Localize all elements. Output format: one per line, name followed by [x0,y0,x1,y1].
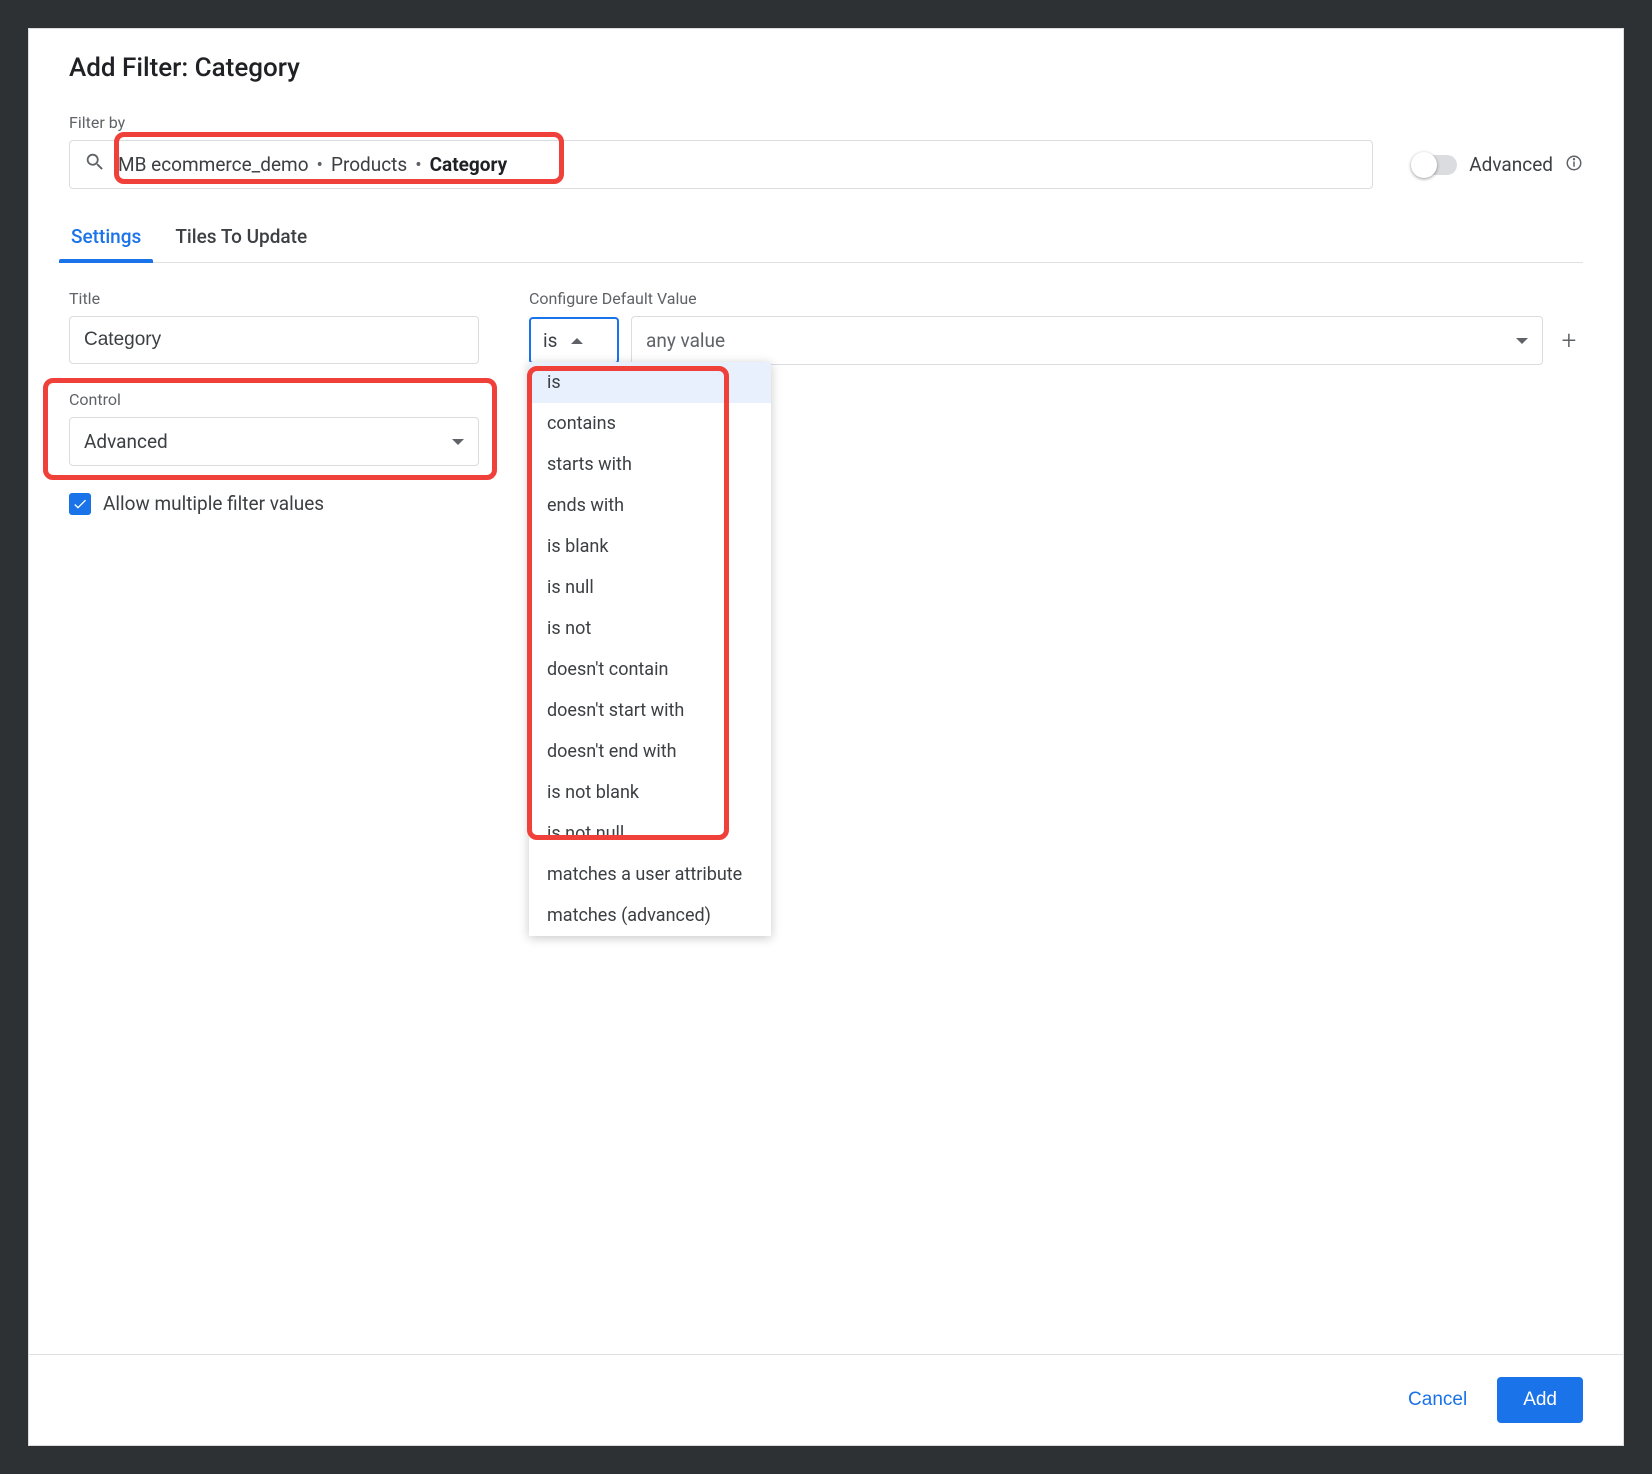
breadcrumb-sep: • [317,153,323,176]
breadcrumb-mid: Products [331,153,407,176]
dialog-header: Add Filter: Category [29,29,1623,113]
control-select[interactable]: Advanced [69,417,479,466]
add-button[interactable]: Add [1497,1377,1583,1423]
tab-settings[interactable]: Settings [69,215,143,262]
filter-by-row: MB ecommerce_demo • Products • Category … [69,140,1583,189]
title-input[interactable] [69,316,479,364]
operator-select[interactable]: is [529,317,619,364]
add-condition-button[interactable]: + [1555,327,1583,355]
dropdown-item[interactable]: is blank [529,526,771,567]
chevron-down-icon [1516,338,1528,344]
allow-multiple-checkbox[interactable] [69,493,91,515]
filter-breadcrumb: MB ecommerce_demo • Products • Category [118,153,1358,176]
advanced-toggle-group: Advanced [1413,153,1583,176]
value-select[interactable]: any value [631,316,1543,365]
cancel-button[interactable]: Cancel [1402,1379,1473,1421]
filter-by-input[interactable]: MB ecommerce_demo • Products • Category [69,140,1373,189]
dropdown-item[interactable]: ends with [529,485,771,526]
advanced-toggle[interactable] [1413,155,1457,175]
value-placeholder: any value [646,329,725,352]
dropdown-item[interactable]: is not [529,608,771,649]
settings-left-column: Title Control Advanced Allow multiple fi… [69,289,479,515]
filter-by-label: Filter by [69,113,1583,132]
dialog-title: Add Filter: Category [69,53,1583,83]
control-label: Control [69,390,479,409]
dropdown-item[interactable]: contains [529,403,771,444]
default-value-row: is any value + is contains starts with e… [529,316,1583,365]
dropdown-item[interactable]: matches (advanced) [529,895,771,936]
allow-multiple-row[interactable]: Allow multiple filter values [69,492,479,515]
operator-dropdown: is contains starts with ends with is bla… [529,362,771,936]
tabs: Settings Tiles To Update [69,215,1583,263]
operator-value: is [543,329,557,352]
toggle-knob [1411,152,1437,178]
info-icon[interactable] [1565,154,1583,176]
dropdown-item[interactable]: matches a user attribute [529,854,771,895]
settings-right-column: Configure Default Value is any value + i… [529,289,1583,515]
add-filter-dialog: Add Filter: Category Filter by MB ecomme… [28,28,1624,1446]
advanced-toggle-label: Advanced [1469,153,1553,176]
breadcrumb-leaf: Category [430,153,508,176]
breadcrumb-root: MB ecommerce_demo [118,153,309,176]
control-block: Control Advanced [69,390,479,466]
dropdown-item[interactable]: is null [529,567,771,608]
dropdown-item[interactable]: doesn't contain [529,649,771,690]
default-value-label: Configure Default Value [529,289,1583,308]
dropdown-item[interactable]: is not null [529,813,771,854]
control-value: Advanced [84,430,168,453]
settings-grid: Title Control Advanced Allow multiple fi… [69,289,1583,515]
chevron-up-icon [571,338,583,344]
dialog-body: Filter by MB ecommerce_demo • Products •… [29,113,1623,1354]
breadcrumb-sep: • [415,153,421,176]
dropdown-item[interactable]: doesn't start with [529,690,771,731]
dropdown-item[interactable]: starts with [529,444,771,485]
dropdown-item[interactable]: is not blank [529,772,771,813]
dropdown-item[interactable]: doesn't end with [529,731,771,772]
tab-tiles-to-update[interactable]: Tiles To Update [173,215,309,262]
title-label: Title [69,289,479,308]
dialog-footer: Cancel Add [29,1354,1623,1445]
chevron-down-icon [452,439,464,445]
dropdown-item[interactable]: is [529,362,771,403]
allow-multiple-label: Allow multiple filter values [103,492,324,515]
search-icon [84,151,106,178]
